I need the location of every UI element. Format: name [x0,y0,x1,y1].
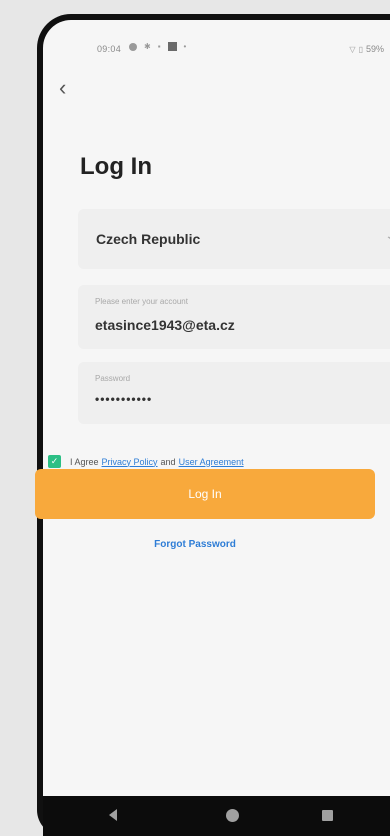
agree-and: and [160,456,176,467]
battery-percent: 59% [365,44,384,54]
privacy-policy-link[interactable]: Privacy Policy [102,457,158,467]
signal-icon: ▪ [157,42,161,51]
nav-recents-icon[interactable] [322,810,333,821]
app-icon [167,42,177,51]
agreement-row: ✓ I Agree Privacy Policy and User Agreem… [48,455,247,468]
user-agreement-link[interactable]: User Agreement [179,457,244,467]
status-time: 09:04 [97,44,122,54]
nav-back-icon[interactable] [109,809,117,821]
page-title: Log In [80,153,152,180]
login-button[interactable]: Log In [35,469,375,519]
password-input[interactable]: ••••••••••• [95,392,152,406]
status-bar: 09:04 ✱ ▪ • ▽ ▯ 59% [43,42,390,60]
forgot-password-link[interactable]: Forgot Password [0,539,390,550]
chevron-down-icon: ⌄ [384,227,390,244]
bluetooth-icon: ✱ [144,42,151,51]
account-field[interactable]: Please enter your account etasince1943@e… [78,285,390,349]
password-field[interactable]: Password ••••••••••• [78,362,390,424]
agree-checkbox[interactable]: ✓ [48,455,61,468]
notification-icon [129,42,137,51]
account-input[interactable]: etasince1943@eta.cz [95,317,235,333]
region-value: Czech Republic [96,231,201,247]
system-nav-bar [43,796,390,836]
status-left-icons: ✱ ▪ • [129,42,186,51]
app-screen: 09:04 ✱ ▪ • ▽ ▯ 59% ‹ Log In Czech Repub… [43,20,390,796]
nav-home-icon[interactable] [226,809,239,822]
status-right-icons: ▽ ▯ 59% [349,44,384,54]
back-chevron-icon[interactable]: ‹ [59,76,79,100]
battery-icon: ▯ [358,44,363,54]
password-placeholder: Password [95,374,131,383]
region-select[interactable]: Czech Republic ⌄ [78,209,390,269]
more-dot-icon: • [183,42,187,51]
wifi-icon: ▽ [349,44,356,54]
agree-prefix: I Agree [70,456,99,467]
account-placeholder: Please enter your account [95,297,188,306]
